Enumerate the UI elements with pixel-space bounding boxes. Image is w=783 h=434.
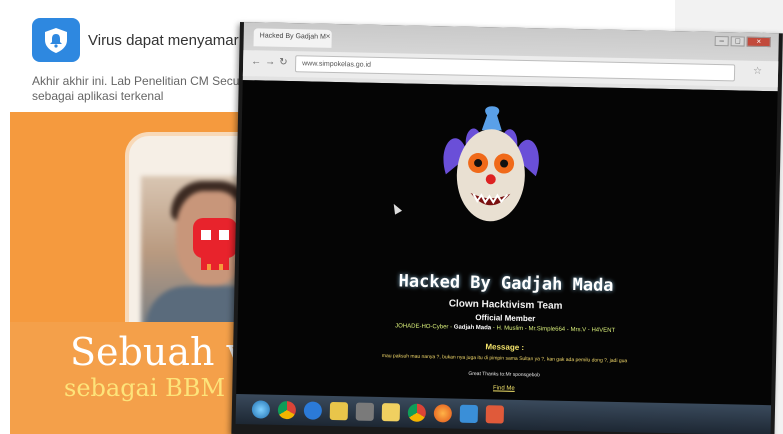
folder-icon[interactable] bbox=[381, 403, 401, 422]
media-icon[interactable] bbox=[355, 402, 375, 421]
monitor-photo: Hacked By Gadjah M × – □ × ← → ↻ www.sim… bbox=[231, 22, 783, 434]
defaced-page: Hacked By Gadjah Mada Clown Hacktivism T… bbox=[236, 80, 778, 408]
mouse-cursor-icon bbox=[390, 202, 403, 215]
app-icon[interactable] bbox=[485, 405, 505, 424]
clown-icon bbox=[443, 106, 539, 222]
maximize-icon[interactable]: □ bbox=[730, 36, 745, 47]
close-tab-icon[interactable]: × bbox=[326, 32, 331, 41]
back-icon[interactable]: ← bbox=[251, 56, 261, 67]
chrome-icon[interactable] bbox=[277, 400, 297, 420]
close-icon[interactable]: × bbox=[746, 36, 771, 48]
firefox-icon[interactable] bbox=[433, 404, 453, 423]
composite-photo: Virus dapat menyamar sebag Akhir akhir i… bbox=[0, 0, 783, 434]
window-controls: – □ × bbox=[714, 35, 771, 48]
chrome-icon[interactable] bbox=[407, 403, 427, 422]
reload-icon[interactable]: ↻ bbox=[279, 57, 288, 68]
find-me-link[interactable]: Find Me bbox=[236, 380, 771, 397]
thanks-line: Great Thanks to:Mr sponsgebob bbox=[468, 370, 541, 379]
start-icon[interactable] bbox=[251, 400, 271, 419]
page-headline: Hacked By Gadjah Mada bbox=[398, 271, 614, 296]
promo-headline: Sebuah vi bbox=[70, 330, 261, 374]
minimize-icon[interactable]: – bbox=[714, 35, 729, 47]
promo-subline: sebagai BBM bbox=[64, 374, 226, 402]
forward-icon[interactable]: → bbox=[265, 57, 275, 68]
app-icon[interactable] bbox=[459, 404, 479, 424]
explorer-icon[interactable] bbox=[329, 401, 349, 421]
shield-bell-icon bbox=[32, 18, 80, 62]
star-icon[interactable]: ☆ bbox=[753, 66, 762, 77]
ie-icon[interactable] bbox=[303, 401, 323, 420]
browser-tab[interactable]: Hacked By Gadjah M bbox=[253, 28, 332, 48]
address-bar[interactable]: www.simpokelas.go.id bbox=[294, 55, 736, 82]
